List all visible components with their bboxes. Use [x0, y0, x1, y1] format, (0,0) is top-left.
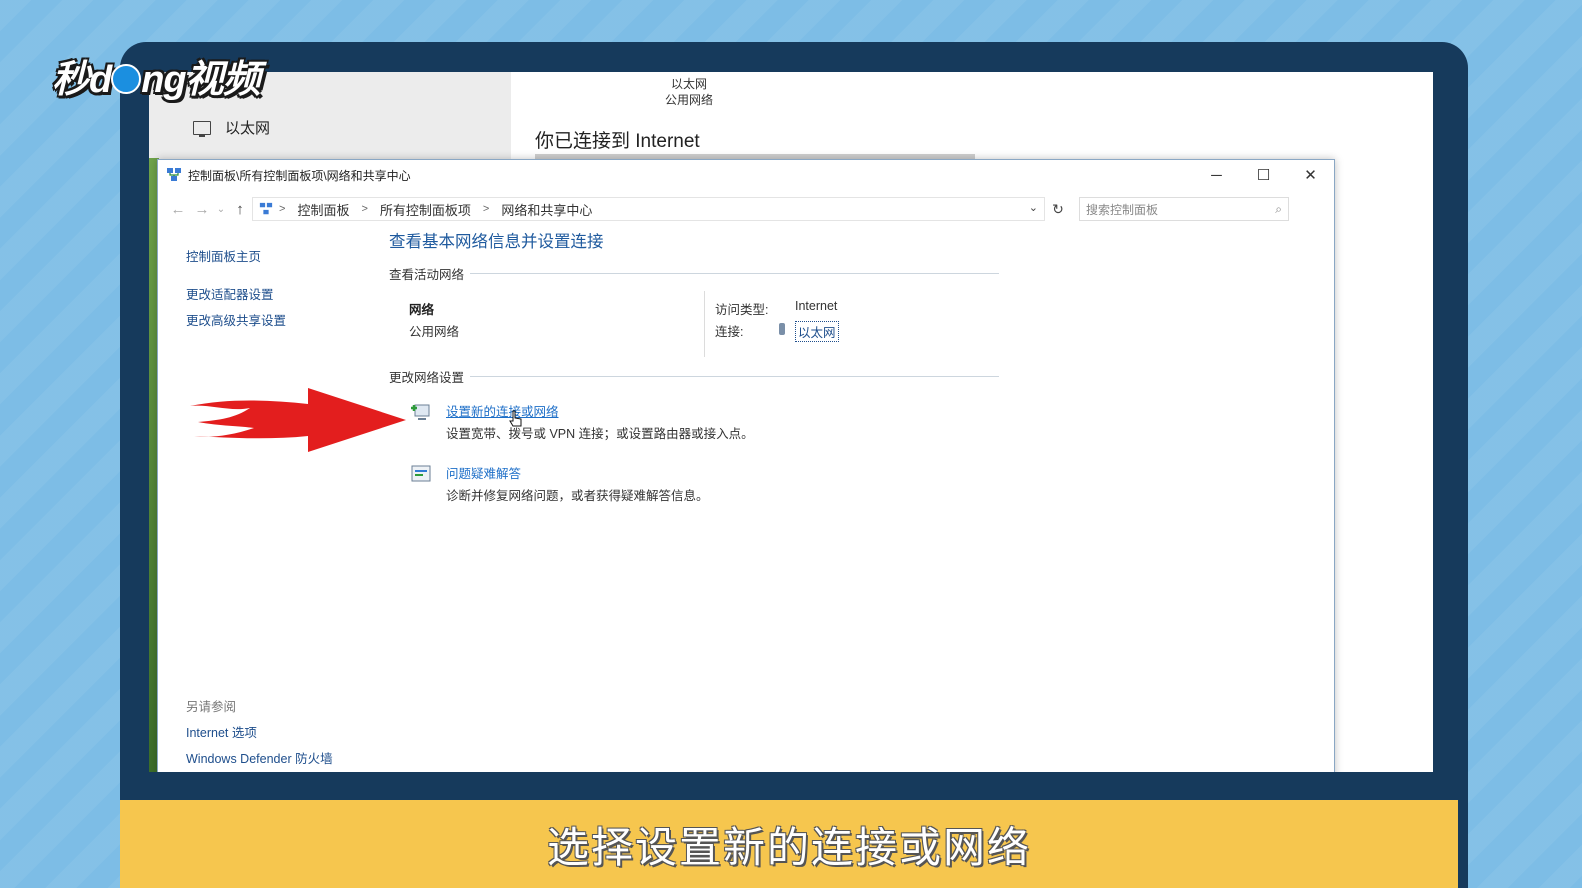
- divider: [470, 376, 999, 377]
- new-connection-link[interactable]: 设置新的连接或网络: [446, 401, 559, 420]
- red-arrow-pointer: [190, 388, 406, 452]
- breadcrumb-network-center[interactable]: 网络和共享中心: [501, 200, 592, 219]
- main-content: 查看基本网络信息并设置连接 查看活动网络 网络 公用网络 访问类型: Inter…: [389, 228, 999, 524]
- maximize-button[interactable]: ☐: [1240, 160, 1287, 190]
- troubleshoot-description: 诊断并修复网络问题，或者获得疑难解答信息。: [446, 489, 709, 503]
- active-networks-label: 查看活动网络: [389, 268, 465, 282]
- address-row: ← → ⌄ ↑ > 控制面板 > 所有控制面板项 > 网络和共享中心 ⌄ ↻ 搜…: [158, 190, 1334, 228]
- settings-ethernet-label: 以太网: [225, 120, 271, 137]
- new-connection-icon: [411, 404, 430, 420]
- see-also-heading: 另请参阅: [186, 700, 237, 714]
- chevron-down-icon[interactable]: ⌄: [1029, 201, 1038, 214]
- divider: [470, 273, 999, 274]
- control-panel-home-link[interactable]: 控制面板主页: [186, 244, 286, 270]
- settings-network-category: 公用网络: [664, 93, 713, 107]
- monitor-icon: [193, 120, 211, 137]
- recent-locations-icon[interactable]: ⌄: [214, 204, 228, 215]
- subtitle-text: 选择设置新的连接或网络: [546, 822, 1031, 872]
- close-button[interactable]: ✕: [1287, 160, 1334, 190]
- settings-connected-text: 你已连接到 Internet: [535, 131, 700, 152]
- network-icon: [167, 168, 181, 181]
- access-type-label: 访问类型:: [715, 303, 769, 317]
- back-arrow-icon[interactable]: ←: [166, 201, 190, 218]
- access-type-row: 访问类型: Internet: [715, 299, 837, 318]
- change-settings-label: 更改网络设置: [389, 371, 465, 385]
- settings-ethernet-item[interactable]: 以太网: [193, 117, 270, 138]
- settings-network-status: 以太网 公用网络: [649, 76, 729, 108]
- new-connection-task[interactable]: 设置新的连接或网络 设置宽带、拨号或 VPN 连接；或设置路由器或接入点。: [389, 400, 999, 462]
- logo: 秒d ng视频: [52, 48, 261, 103]
- search-input[interactable]: 搜索控制面板 ⌕: [1079, 197, 1289, 221]
- connection-label: 连接:: [715, 325, 744, 339]
- ethernet-plug-icon: [779, 323, 785, 335]
- connection-row: 连接: 以太网: [715, 321, 839, 342]
- minimize-button[interactable]: ─: [1193, 160, 1240, 190]
- breadcrumb-all-items[interactable]: 所有控制面板项: [380, 200, 471, 219]
- network-sharing-center-window: 控制面板\所有控制面板项\网络和共享中心 ─ ☐ ✕ ← → ⌄ ↑ > 控制面…: [157, 159, 1335, 772]
- internet-options-link[interactable]: Internet 选项: [186, 720, 333, 746]
- breadcrumb-control-panel[interactable]: 控制面板: [297, 200, 349, 219]
- hand-cursor-icon: [509, 410, 522, 427]
- page-title: 查看基本网络信息并设置连接: [389, 233, 604, 251]
- left-pane: 控制面板主页 更改适配器设置 更改高级共享设置: [186, 244, 286, 334]
- active-networks-heading: 查看活动网络: [389, 264, 999, 283]
- active-network-box: 网络 公用网络 访问类型: Internet 连接: 以太网: [389, 291, 999, 365]
- change-settings-heading: 更改网络设置: [389, 367, 999, 386]
- change-adapter-settings-link[interactable]: 更改适配器设置: [186, 282, 286, 308]
- troubleshoot-link[interactable]: 问题疑难解答: [446, 463, 521, 482]
- troubleshoot-task[interactable]: 问题疑难解答 诊断并修复网络问题，或者获得疑难解答信息。: [389, 462, 999, 524]
- settings-network-name: 以太网: [670, 77, 707, 91]
- refresh-icon[interactable]: ↻: [1045, 201, 1071, 218]
- subtitle-bar: 选择设置新的连接或网络: [120, 800, 1458, 888]
- defender-firewall-link[interactable]: Windows Defender 防火墙: [186, 746, 333, 772]
- network-category: 公用网络: [409, 325, 460, 339]
- window-title: 控制面板\所有控制面板项\网络和共享中心: [188, 168, 411, 183]
- control-panel-icon: [259, 202, 273, 215]
- change-sharing-settings-link[interactable]: 更改高级共享设置: [186, 308, 286, 334]
- search-placeholder: 搜索控制面板: [1086, 202, 1159, 217]
- logo-text: ng视频: [141, 59, 260, 101]
- title-bar[interactable]: 控制面板\所有控制面板项\网络和共享中心 ─ ☐ ✕: [158, 160, 1334, 190]
- see-also: 另请参阅 Internet 选项 Windows Defender 防火墙: [186, 694, 333, 772]
- chevron-right-icon: >: [482, 203, 490, 215]
- logo-text: 秒d: [52, 59, 112, 101]
- forward-arrow-icon[interactable]: →: [190, 201, 214, 218]
- logo-play-icon: [111, 63, 142, 94]
- access-type-value: Internet: [795, 299, 838, 313]
- ethernet-connection-link[interactable]: 以太网: [795, 321, 839, 342]
- up-arrow-icon[interactable]: ↑: [228, 201, 252, 218]
- divider: [704, 291, 705, 357]
- troubleshoot-icon: [411, 465, 431, 482]
- chevron-right-icon: >: [279, 203, 286, 215]
- new-connection-description: 设置宽带、拨号或 VPN 连接；或设置路由器或接入点。: [446, 427, 754, 441]
- network-name: 网络: [409, 303, 435, 317]
- address-bar[interactable]: > 控制面板 > 所有控制面板项 > 网络和共享中心 ⌄: [252, 197, 1045, 221]
- chevron-right-icon: >: [361, 203, 368, 215]
- search-icon: ⌕: [1275, 201, 1282, 216]
